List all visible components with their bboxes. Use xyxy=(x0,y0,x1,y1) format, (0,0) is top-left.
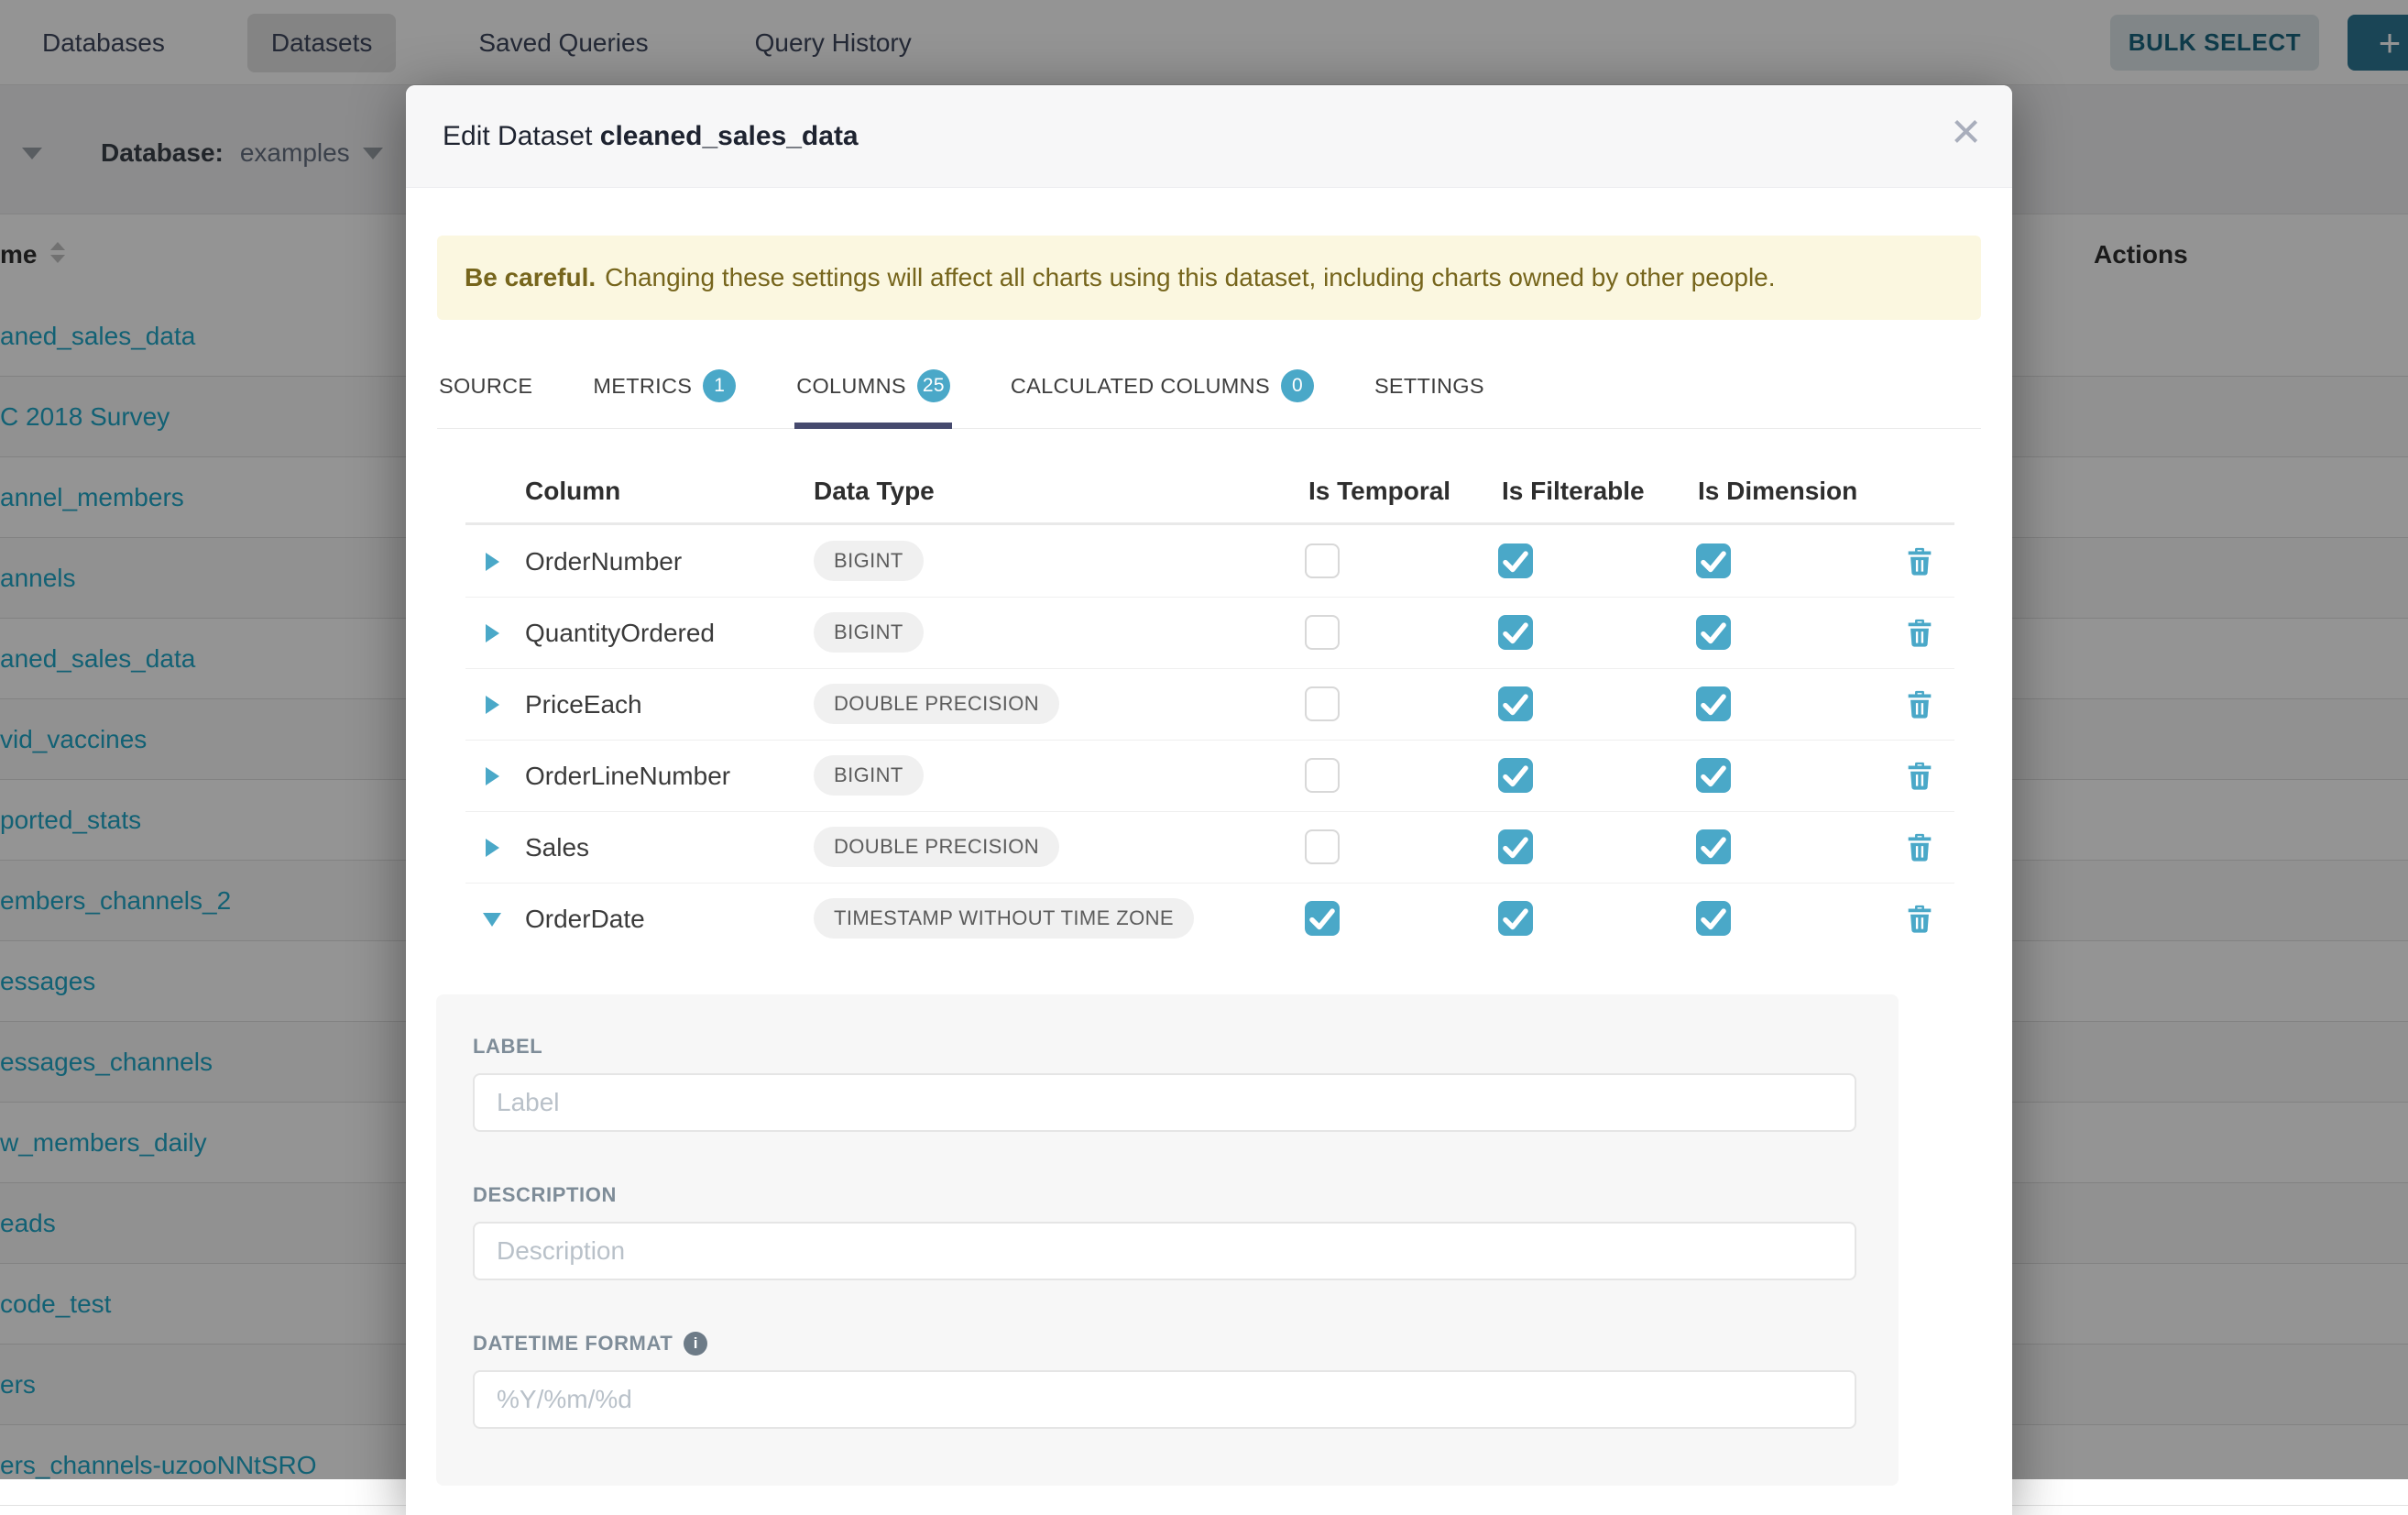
data-type-pill: BIGINT xyxy=(814,755,924,796)
column-row: QuantityOrdered BIGINT xyxy=(437,597,1981,668)
modal-title: Edit Dataset cleaned_sales_data xyxy=(443,121,859,152)
data-type-pill: DOUBLE PRECISION xyxy=(814,827,1059,867)
edit-dataset-modal: Edit Dataset cleaned_sales_data × Be car… xyxy=(406,85,2012,1515)
data-type-pill: BIGINT xyxy=(814,612,924,653)
expand-caret-icon[interactable] xyxy=(486,553,499,571)
column-row: PriceEach DOUBLE PRECISION xyxy=(437,668,1981,740)
label-input[interactable] xyxy=(473,1073,1856,1132)
is-temporal-checkbox[interactable] xyxy=(1305,543,1340,578)
is-dimension-header: Is Dimension xyxy=(1698,477,1857,506)
columns-table-header: Column Data Type Is Temporal Is Filterab… xyxy=(437,455,1981,522)
warning-banner: Be careful. Changing these settings will… xyxy=(437,236,1981,320)
modal-tabs: SOURCE METRICS1 COLUMNS25 CALCULATED COLUMN… xyxy=(437,357,1981,429)
dataset-name: cleaned_sales_data xyxy=(600,121,859,151)
column-row: OrderDate TIMESTAMP WITHOUT TIME ZONE xyxy=(437,883,1981,954)
column-name: OrderNumber xyxy=(525,547,682,576)
column-name: Sales xyxy=(525,833,589,862)
is-dimension-checkbox[interactable] xyxy=(1696,543,1731,578)
is-filterable-checkbox[interactable] xyxy=(1498,758,1533,793)
tab-calculated-columns[interactable]: CALCULATED COLUMNS0 xyxy=(1009,357,1316,429)
description-input[interactable] xyxy=(473,1222,1856,1280)
column-name: QuantityOrdered xyxy=(525,619,715,648)
delete-column-icon[interactable] xyxy=(1904,902,1935,935)
label-field-label: LABEL xyxy=(473,1035,1856,1059)
tab-settings[interactable]: SETTINGS xyxy=(1373,357,1486,429)
columns-rows: OrderNumber BIGINT QuantityOrdered BIGINT Pr… xyxy=(437,525,1981,954)
is-dimension-checkbox[interactable] xyxy=(1696,758,1731,793)
modal-header: Edit Dataset cleaned_sales_data × xyxy=(406,85,2012,188)
datetime-format-field-label: DATETIME FORMAT i xyxy=(473,1332,1856,1356)
close-icon[interactable]: × xyxy=(1951,105,1981,157)
tab-count-badge: 1 xyxy=(703,369,736,402)
column-header: Column xyxy=(525,477,620,506)
column-editor-panel: LABEL DESCRIPTION DATETIME FORMAT i xyxy=(436,994,1899,1486)
expand-caret-icon[interactable] xyxy=(486,839,499,857)
is-temporal-checkbox[interactable] xyxy=(1305,615,1340,650)
tab-columns[interactable]: COLUMNS25 xyxy=(794,357,952,429)
column-name: PriceEach xyxy=(525,690,642,719)
warning-emphasis: Be careful. xyxy=(465,263,596,292)
delete-column-icon[interactable] xyxy=(1904,759,1935,792)
tab-count-badge: 0 xyxy=(1281,369,1314,402)
modal-body: Be careful. Changing these settings will… xyxy=(406,236,2012,1486)
warning-message: Changing these settings will affect all … xyxy=(605,263,1775,292)
is-dimension-checkbox[interactable] xyxy=(1696,829,1731,864)
tab-count-badge: 25 xyxy=(917,369,950,402)
is-temporal-checkbox[interactable] xyxy=(1305,829,1340,864)
is-filterable-checkbox[interactable] xyxy=(1498,901,1533,936)
column-row: OrderLineNumber BIGINT xyxy=(437,740,1981,811)
column-row: Sales DOUBLE PRECISION xyxy=(437,811,1981,883)
column-name: OrderLineNumber xyxy=(525,762,730,791)
collapse-caret-icon[interactable] xyxy=(483,913,501,927)
is-filterable-checkbox[interactable] xyxy=(1498,829,1533,864)
delete-column-icon[interactable] xyxy=(1904,830,1935,863)
is-filterable-checkbox[interactable] xyxy=(1498,543,1533,578)
is-filterable-checkbox[interactable] xyxy=(1498,615,1533,650)
is-dimension-checkbox[interactable] xyxy=(1696,615,1731,650)
expand-caret-icon[interactable] xyxy=(486,767,499,785)
data-type-pill: TIMESTAMP WITHOUT TIME ZONE xyxy=(814,898,1194,939)
is-filterable-header: Is Filterable xyxy=(1502,477,1645,506)
info-icon[interactable]: i xyxy=(684,1332,707,1356)
is-temporal-checkbox[interactable] xyxy=(1305,686,1340,721)
data-type-header: Data Type xyxy=(814,477,935,506)
is-temporal-checkbox[interactable] xyxy=(1305,758,1340,793)
data-type-pill: DOUBLE PRECISION xyxy=(814,684,1059,724)
is-dimension-checkbox[interactable] xyxy=(1696,686,1731,721)
tab-source[interactable]: SOURCE xyxy=(437,357,534,429)
expand-caret-icon[interactable] xyxy=(486,624,499,642)
delete-column-icon[interactable] xyxy=(1904,687,1935,720)
delete-column-icon[interactable] xyxy=(1904,616,1935,649)
expand-caret-icon[interactable] xyxy=(486,696,499,714)
tab-metrics[interactable]: METRICS1 xyxy=(591,357,738,429)
datetime-format-input[interactable] xyxy=(473,1370,1856,1429)
description-field: DESCRIPTION xyxy=(473,1183,1856,1280)
column-name: OrderDate xyxy=(525,905,645,934)
is-temporal-header: Is Temporal xyxy=(1308,477,1450,506)
label-field: LABEL xyxy=(473,1035,1856,1132)
is-filterable-checkbox[interactable] xyxy=(1498,686,1533,721)
datetime-format-field: DATETIME FORMAT i xyxy=(473,1332,1856,1429)
is-temporal-checkbox[interactable] xyxy=(1305,901,1340,936)
is-dimension-checkbox[interactable] xyxy=(1696,901,1731,936)
delete-column-icon[interactable] xyxy=(1904,544,1935,577)
column-row: OrderNumber BIGINT xyxy=(437,525,1981,597)
description-field-label: DESCRIPTION xyxy=(473,1183,1856,1207)
data-type-pill: BIGINT xyxy=(814,541,924,581)
